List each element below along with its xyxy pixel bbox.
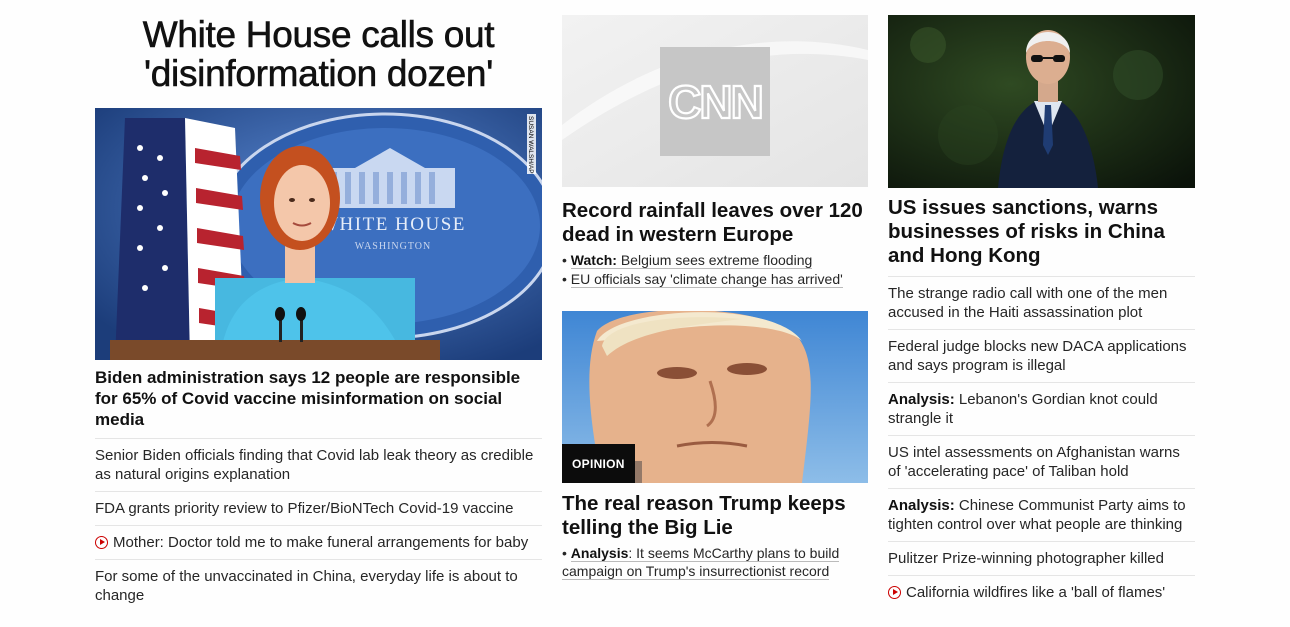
play-video-icon	[95, 536, 108, 549]
press-briefing-image: WHITE HOUSE WASHINGTON SUSAN WALSH/AP	[95, 108, 542, 360]
list-item[interactable]: Senior Biden officials finding that Covi…	[95, 439, 542, 492]
card-headline[interactable]: The real reason Trump keeps telling the …	[562, 492, 868, 540]
list-item[interactable]: California wildfires like a 'ball of fla…	[888, 576, 1195, 609]
col1-story-list: Senior Biden officials finding that Covi…	[95, 439, 542, 612]
list-item[interactable]: Pulitzer Prize-winning photographer kill…	[888, 542, 1195, 576]
lead-headline[interactable]: Biden administration says 12 people are …	[95, 367, 542, 439]
related-link[interactable]: • Watch: Belgium sees extreme flooding	[562, 251, 868, 269]
play-video-icon	[888, 586, 901, 599]
list-item[interactable]: For some of the unvaccinated in China, e…	[95, 560, 542, 612]
column-left: White House calls out 'disinformation do…	[95, 0, 542, 612]
column-middle: CNN Record rainfall leaves over 120 dead…	[562, 0, 868, 581]
podium-sign-text: WHITE HOUSE	[320, 214, 466, 235]
list-item[interactable]: Analysis: Lebanon's Gordian knot could s…	[888, 383, 1195, 436]
related-link[interactable]: • EU officials say 'climate change has a…	[562, 270, 868, 288]
column-right: US issues sanctions, warns businesses of…	[888, 0, 1195, 609]
list-item[interactable]: The strange radio call with one of the m…	[888, 277, 1195, 330]
related-link[interactable]: • Analysis: It seems McCarthy plans to b…	[562, 544, 868, 580]
opinion-photo[interactable]: OPINION	[562, 311, 868, 483]
lead-photo[interactable]: WHITE HOUSE WASHINGTON SUSAN WALSH/AP	[95, 108, 542, 360]
list-item[interactable]: Analysis: Chinese Communist Party aims t…	[888, 489, 1195, 542]
card-headline[interactable]: US issues sanctions, warns businesses of…	[888, 196, 1195, 268]
list-item[interactable]: FDA grants priority review to Pfizer/Bio…	[95, 492, 542, 526]
opinion-badge: OPINION	[562, 444, 635, 483]
card-headline[interactable]: Record rainfall leaves over 120 dead in …	[562, 199, 868, 247]
list-item[interactable]: Federal judge blocks new DACA applicatio…	[888, 330, 1195, 383]
biden-photo[interactable]	[888, 15, 1195, 188]
biden-walking-image	[888, 15, 1195, 188]
list-item[interactable]: US intel assessments on Afghanistan warn…	[888, 436, 1195, 489]
cnn-logo-icon: CNN	[668, 76, 762, 128]
cnn-placeholder-image[interactable]: CNN	[562, 15, 868, 187]
list-item[interactable]: Mother: Doctor told me to make funeral a…	[95, 526, 542, 560]
photo-credit: SUSAN WALSH/AP	[527, 116, 534, 174]
col3-story-list: The strange radio call with one of the m…	[888, 276, 1195, 609]
banner-headline[interactable]: White House calls out 'disinformation do…	[95, 15, 542, 94]
svg-text:WASHINGTON: WASHINGTON	[355, 241, 431, 252]
related-links: • Watch: Belgium sees extreme flooding •…	[562, 251, 868, 288]
related-links: • Analysis: It seems McCarthy plans to b…	[562, 544, 868, 580]
